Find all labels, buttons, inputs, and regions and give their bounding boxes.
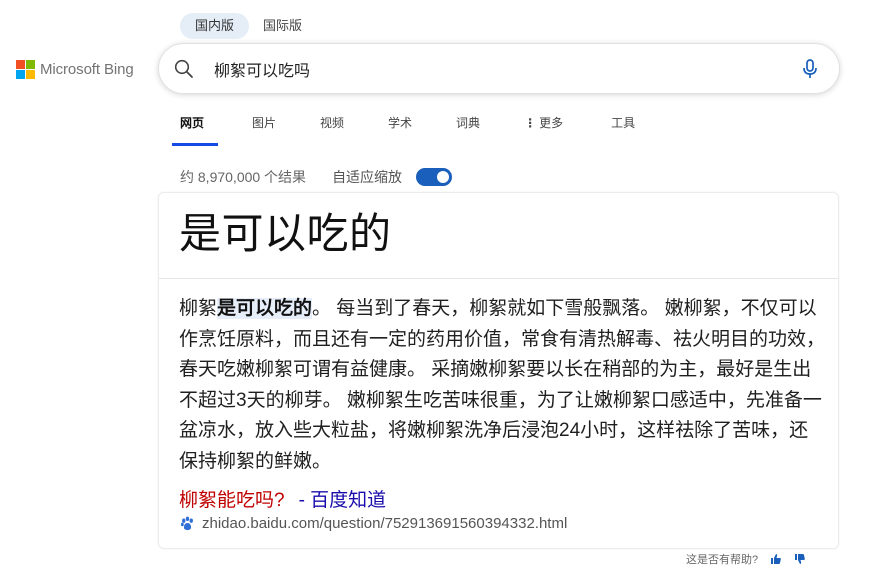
scope-more[interactable]: ⋮ 更多 xyxy=(514,108,573,141)
card-divider xyxy=(159,278,838,279)
answer-body-rest: 。 每当到了春天，柳絮就如下雪般飘落。 嫩柳絮，不仅可以作烹饪原料，而且还有一定… xyxy=(179,298,826,472)
answer-card: 是可以吃的 柳絮是可以吃的。 每当到了春天，柳絮就如下雪般飘落。 嫩柳絮，不仅可… xyxy=(158,192,839,549)
source-link[interactable]: 柳絮能吃吗? - 百度知道 xyxy=(179,485,386,512)
toggle-knob xyxy=(437,171,450,183)
source-title: 柳絮能吃吗? xyxy=(179,490,285,511)
results-count: 约 8,970,000 个结果 xyxy=(180,169,307,185)
answer-body-prefix: 柳絮 xyxy=(179,298,218,319)
thumbs-up-icon[interactable] xyxy=(770,553,782,565)
answer-highlight: 是可以吃的 xyxy=(217,298,313,319)
results-count-row: 约 8,970,000 个结果 自适应缩放 xyxy=(180,167,453,187)
region-tabs: 国内版 国际版 xyxy=(180,13,317,39)
search-input[interactable] xyxy=(214,59,774,78)
scope-tools[interactable]: 工具 xyxy=(601,108,645,141)
feedback-label: 这是否有帮助? xyxy=(686,554,759,566)
microsoft-logo-icon xyxy=(16,60,35,79)
microphone-icon[interactable] xyxy=(799,58,821,80)
scope-videos[interactable]: 视频 xyxy=(310,108,354,141)
search-box xyxy=(158,43,840,94)
adaptive-zoom-toggle[interactable] xyxy=(416,168,453,186)
answer-body: 柳絮是可以吃的。 每当到了春天，柳絮就如下雪般飘落。 嫩柳絮，不仅可以作烹饪原料… xyxy=(179,294,827,477)
scope-nav: 网页 图片 视频 学术 词典 ⋮ 更多 工具 xyxy=(170,108,645,148)
tab-china-edition[interactable]: 国内版 xyxy=(180,13,250,39)
scope-more-label: 更多 xyxy=(539,116,564,130)
thumbs-down-icon[interactable] xyxy=(794,553,806,565)
more-dots-icon: ⋮ xyxy=(524,116,537,130)
baidu-paw-icon xyxy=(180,516,193,531)
feedback-row: 这是否有帮助? xyxy=(686,551,806,567)
scope-dictionary[interactable]: 词典 xyxy=(446,108,490,141)
source-site: - 百度知道 xyxy=(298,490,387,511)
scope-web[interactable]: 网页 xyxy=(170,108,218,146)
adaptive-zoom-label: 自适应缩放 xyxy=(332,169,403,185)
answer-headline: 是可以吃的 xyxy=(179,210,392,257)
bing-logo[interactable]: Microsoft Bing xyxy=(16,60,134,79)
tab-international-edition[interactable]: 国际版 xyxy=(253,13,317,39)
scope-images[interactable]: 图片 xyxy=(242,108,286,141)
scope-academic[interactable]: 学术 xyxy=(378,108,422,141)
search-icon[interactable] xyxy=(172,57,196,81)
source-url[interactable]: zhidao.baidu.com/question/75291369156039… xyxy=(202,515,567,532)
source-url-row: zhidao.baidu.com/question/75291369156039… xyxy=(180,515,567,532)
logo-text: Microsoft Bing xyxy=(40,61,134,78)
